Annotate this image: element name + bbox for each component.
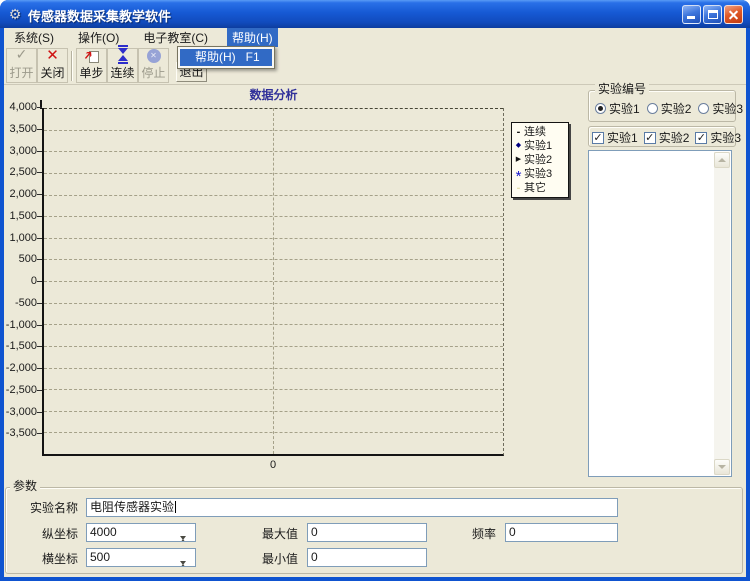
checkmark-icon: ✓	[644, 132, 656, 144]
y-tick-label: -500	[0, 297, 37, 310]
check-icon: ✓	[13, 46, 30, 63]
legend-item: *实验3	[514, 167, 568, 181]
y-tick-label: -2,500	[0, 384, 37, 397]
continuous-button[interactable]: 连续	[107, 48, 138, 83]
menu-item-system[interactable]: 系统(S)	[9, 28, 59, 47]
y-tick-label: 3,000	[0, 145, 37, 158]
y-scale-field[interactable]: 4000	[86, 523, 196, 542]
frequency-field[interactable]: 0	[505, 523, 618, 542]
diamond-marker-icon: ◆	[514, 139, 523, 153]
y-scale-label: 纵坐标	[30, 527, 78, 541]
dropdown-shortcut: F1	[246, 50, 260, 64]
min-value-label: 最小值	[250, 552, 298, 566]
x-scale-spinner	[180, 550, 194, 565]
spin-down-button[interactable]	[180, 540, 194, 542]
maximize-icon	[708, 10, 718, 19]
legend-item: -连续	[514, 125, 568, 139]
radio-dot-icon	[698, 103, 709, 114]
spin-down-button[interactable]	[180, 565, 194, 567]
close-button[interactable]	[724, 5, 743, 24]
minimize-button[interactable]	[682, 5, 701, 24]
red-x-icon: ✕	[44, 46, 61, 63]
legend-item: -其它	[514, 181, 568, 195]
app-window: ⚙ 传感器数据采集教学软件 系统(S) 操作(O) 电子教室(C) 帮助(H) …	[0, 0, 750, 581]
triangle-marker-icon: ▶	[514, 153, 523, 167]
dropdown-item-help[interactable]: 帮助(H)F1	[180, 49, 272, 66]
help-dropdown-menu: 帮助(H)F1	[177, 46, 275, 69]
params-group-title: 参数	[10, 480, 40, 493]
window-title: 传感器数据采集教学软件	[28, 6, 171, 25]
stop-button[interactable]: ✕ 停止	[138, 48, 169, 83]
y-tick-label: 1,000	[0, 232, 37, 245]
plot-area	[42, 108, 504, 456]
max-value-field[interactable]: 0	[307, 523, 427, 542]
checkbox-experiment-3[interactable]: ✓实验3	[695, 129, 741, 146]
experiment-name-label: 实验名称	[30, 501, 78, 515]
y-tick-label: 2,000	[0, 188, 37, 201]
y-tick-label: 4,000	[0, 101, 37, 114]
x-tick-label: 0	[266, 459, 280, 471]
checkmark-icon: ✓	[592, 132, 604, 144]
y-tick-label: 2,500	[0, 166, 37, 179]
hourglass-icon	[114, 46, 131, 63]
title-bar[interactable]: ⚙ 传感器数据采集教学软件	[0, 0, 750, 28]
y-tick-label: -2,000	[0, 362, 37, 375]
frequency-label: 频率	[448, 527, 496, 541]
zero-gridline	[273, 108, 274, 454]
step-page-icon: ➔	[83, 49, 100, 63]
experiment-name-field[interactable]: 电阻传感器实验	[86, 498, 618, 517]
y-tick-label: 500	[0, 253, 37, 266]
stop-circle-icon: ✕	[145, 49, 162, 63]
text-caret	[175, 501, 176, 513]
y-tick-label: 0	[0, 275, 37, 288]
legend-item: ▶实验2	[514, 153, 568, 167]
radio-experiment-3[interactable]: 实验3	[698, 100, 743, 117]
x-scale-field[interactable]: 500	[86, 548, 196, 567]
checkbox-experiment-1[interactable]: ✓实验1	[592, 129, 638, 146]
y-tick-label: 1,500	[0, 210, 37, 223]
scroll-down-button[interactable]	[714, 459, 730, 475]
maximize-button[interactable]	[703, 5, 722, 24]
scroll-up-button[interactable]	[714, 152, 730, 168]
radio-experiment-1[interactable]: 实验1	[595, 100, 640, 117]
toolbar-separator	[71, 51, 73, 81]
legend-item: ◆实验1	[514, 139, 568, 153]
menu-item-help[interactable]: 帮助(H)	[227, 28, 278, 47]
experiment-checkbox-row: ✓实验1 ✓实验2 ✓实验3	[592, 129, 741, 146]
chart-legend: -连续 ◆实验1 ▶实验2 *实验3 -其它	[511, 122, 569, 198]
y-tick-label: -3,500	[0, 427, 37, 440]
max-value-label: 最大值	[250, 527, 298, 541]
minimize-icon	[687, 16, 695, 19]
arrow-down-icon	[180, 561, 186, 567]
open-button[interactable]: ✓ 打开	[6, 48, 37, 83]
toolbar: ✓ 打开 ✕ 关闭 ➔ 单步 连续 ✕ 停止 退出	[4, 46, 746, 85]
experiment-radio-row: 实验1 实验2 实验3	[595, 100, 743, 117]
dash-marker-icon: -	[514, 125, 523, 139]
single-step-button[interactable]: ➔ 单步	[76, 48, 107, 83]
asterisk-marker-icon: *	[514, 173, 523, 181]
close-file-button[interactable]: ✕ 关闭	[37, 48, 68, 83]
chart-title: 数据分析	[42, 86, 505, 103]
checkbox-experiment-2[interactable]: ✓实验2	[644, 129, 690, 146]
arrow-down-icon	[180, 536, 186, 542]
menu-item-classroom[interactable]: 电子教室(C)	[138, 28, 213, 47]
radio-dot-icon	[647, 103, 658, 114]
y-tick-label: -1,500	[0, 340, 37, 353]
x-scale-label: 横坐标	[30, 552, 78, 566]
listbox-scrollbar[interactable]	[714, 152, 730, 475]
menu-bar: 系统(S) 操作(O) 电子教室(C) 帮助(H)	[4, 29, 746, 46]
experiment-number-group-title: 实验编号	[595, 83, 649, 96]
arrow-down-icon	[718, 465, 726, 469]
y-scale-spinner	[180, 525, 194, 540]
y-tick-label: -3,000	[0, 406, 37, 419]
radio-dot-icon	[595, 103, 606, 114]
y-tick-label: -1,000	[0, 319, 37, 332]
min-value-field[interactable]: 0	[307, 548, 427, 567]
arrow-up-icon	[718, 158, 726, 162]
checkmark-icon: ✓	[695, 132, 707, 144]
gear-app-icon: ⚙	[7, 6, 23, 22]
radio-experiment-2[interactable]: 实验2	[647, 100, 692, 117]
experiment-listbox[interactable]	[588, 150, 732, 477]
y-tick-label: 3,500	[0, 123, 37, 136]
